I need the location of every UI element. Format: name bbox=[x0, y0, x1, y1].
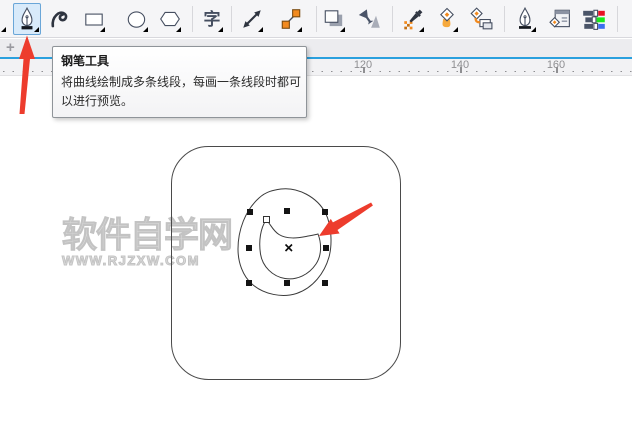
tool-button-color-settings-tool[interactable] bbox=[580, 3, 606, 35]
transparency-tool-icon bbox=[358, 7, 382, 31]
flyout-arrow-icon bbox=[176, 27, 181, 32]
tooltip-title: 钢笔工具 bbox=[61, 54, 110, 68]
flyout-arrow-icon bbox=[218, 27, 223, 32]
toolbar-separator bbox=[392, 6, 393, 32]
drawing-canvas[interactable]: 软件自学网 WWW.RJZXW.COM bbox=[0, 77, 632, 445]
tool-button-connector-tool[interactable] bbox=[278, 3, 304, 35]
flyout-arrow-icon bbox=[453, 27, 458, 32]
smart-fill-tool-icon bbox=[469, 7, 493, 31]
flyout-arrow-icon bbox=[419, 27, 424, 32]
watermark-line2: WWW.RJZXW.COM bbox=[61, 252, 200, 268]
tool-button-color-eyedropper-tool[interactable] bbox=[400, 3, 426, 35]
tool-button-partial-tool-flyout[interactable] bbox=[0, 3, 6, 35]
tool-button-dimension-tool[interactable] bbox=[239, 3, 265, 35]
toolbar-separator bbox=[231, 6, 232, 32]
add-tab-icon[interactable]: + bbox=[6, 39, 15, 57]
tool-button-outline-dialog-tool[interactable] bbox=[546, 3, 572, 35]
app-window: 字 + 120 140 160 软件自学网 WWW.RJZXW.COM 钢笔工具… bbox=[0, 0, 632, 445]
ruler-major-tick bbox=[460, 67, 462, 73]
tool-button-drop-shadow-tool[interactable] bbox=[321, 3, 347, 35]
text-tool-icon: 字 bbox=[203, 9, 221, 29]
flyout-arrow-icon bbox=[1, 27, 6, 32]
artistic-media-tool-icon bbox=[49, 7, 73, 31]
toolbar-separator bbox=[192, 6, 193, 32]
toolbox-bar: 字 bbox=[0, 0, 632, 38]
flyout-arrow-icon bbox=[297, 27, 302, 32]
tool-button-polygon-tool[interactable] bbox=[157, 3, 183, 35]
tool-button-artistic-media-tool[interactable] bbox=[48, 3, 74, 35]
toolbar-separator bbox=[617, 6, 618, 32]
flyout-arrow-icon bbox=[100, 27, 105, 32]
ruler-major-tick bbox=[556, 67, 558, 73]
flyout-arrow-icon bbox=[340, 27, 345, 32]
flyout-arrow-icon bbox=[258, 27, 263, 32]
pen-tool-tooltip: 钢笔工具 将曲线绘制成多条线段，每画一条线段时都可以进行预览。 bbox=[52, 46, 307, 119]
flyout-arrow-icon bbox=[143, 27, 148, 32]
tool-button-fill-tool[interactable] bbox=[434, 3, 460, 35]
tooltip-body: 将曲线绘制成多条线段，每画一条线段时都可以进行预览。 bbox=[61, 75, 302, 108]
flyout-arrow-icon bbox=[34, 27, 39, 32]
tool-button-text-tool[interactable]: 字 bbox=[199, 3, 225, 35]
tool-button-smart-fill-tool[interactable] bbox=[468, 3, 494, 35]
tool-button-outline-pen-tool[interactable] bbox=[512, 3, 538, 35]
tool-button-pen-tool[interactable] bbox=[13, 3, 41, 35]
color-settings-tool-icon bbox=[581, 7, 605, 31]
tool-button-rectangle-tool[interactable] bbox=[81, 3, 107, 35]
toolbar-separator bbox=[504, 6, 505, 32]
tool-button-ellipse-tool[interactable] bbox=[124, 3, 150, 35]
outline-dialog-tool-icon bbox=[547, 7, 571, 31]
flyout-arrow-icon bbox=[531, 27, 536, 32]
watermark: 软件自学网 WWW.RJZXW.COM bbox=[61, 216, 233, 268]
tool-button-transparency-tool[interactable] bbox=[357, 3, 383, 35]
toolbar-separator bbox=[316, 6, 317, 32]
ruler-major-tick bbox=[363, 67, 365, 73]
watermark-line1: 软件自学网 bbox=[61, 216, 233, 255]
